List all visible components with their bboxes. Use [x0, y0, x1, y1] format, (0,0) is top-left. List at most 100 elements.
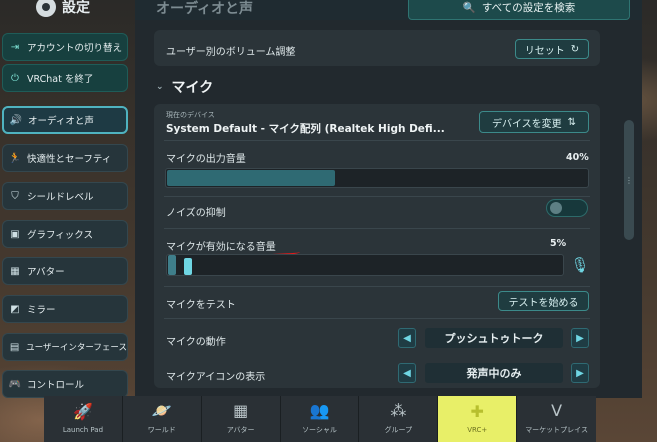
dock-vrc-plus[interactable]: ✚ VRC+ [438, 396, 518, 442]
dock-label: ワールド [147, 426, 176, 434]
dock-worlds[interactable]: 🪐 ワールド [122, 396, 202, 442]
gamepad-icon: 🎮 [8, 378, 22, 390]
output-volume-fill [167, 170, 335, 186]
activation-threshold-value: 5% [550, 238, 567, 249]
sidebar-item-label: 快適性とセーフティ [27, 154, 112, 165]
sidebar-item-comfort-safety[interactable]: 🏃 快適性とセーフティ [2, 144, 128, 172]
gear-icon [36, 0, 56, 17]
grip-icon: ⋮ [625, 175, 633, 185]
sidebar-item-graphics[interactable]: ▣ グラフィックス [2, 220, 128, 248]
dock-label: ソーシャル [302, 426, 337, 434]
sidebar-item-audio[interactable]: 🔊 オーディオと声 [2, 106, 128, 134]
bottom-dock: 🚀 Launch Pad 🪐 ワールド ▦ アバター 👥 ソーシャル ⁂ グルー… [44, 396, 597, 442]
switch-account-button[interactable]: ⇥ アカウントの切り替え [2, 33, 128, 61]
sidebar-item-mirror[interactable]: ◩ ミラー [2, 295, 128, 323]
image-icon: ▣ [10, 228, 20, 240]
sidebar-item-user-interface[interactable]: ▤ ユーザーインターフェース [2, 333, 128, 361]
mirror-icon: ◩ [10, 303, 20, 315]
avatar-card-icon: ▦ [233, 401, 249, 420]
toggle-knob [550, 202, 562, 214]
mic-section-header[interactable]: ⌄ マイク [156, 77, 213, 97]
device-name: System Default - マイク配列 (Realtek High Def… [166, 123, 445, 135]
current-device-caption: 現在のデバイス [166, 111, 215, 119]
activation-threshold-handle[interactable] [184, 258, 192, 275]
icon-display-next-button[interactable]: ▶ [571, 363, 589, 383]
mic-test-label: マイクをテスト [166, 300, 236, 311]
settings-title-label: 設定 [62, 0, 90, 16]
arrow-right-icon: ▶ [576, 367, 584, 379]
sidebar-item-label: ユーザーインターフェース [26, 343, 127, 353]
arrow-right-icon: ▶ [576, 332, 584, 344]
sidebar-item-label: ミラー [27, 305, 56, 316]
reset-label: リセット [524, 45, 565, 57]
divider [164, 318, 590, 319]
speaker-icon: 🔊 [9, 114, 23, 126]
sidebar-item-avatar[interactable]: ▦ アバター [2, 257, 128, 285]
output-volume-slider[interactable] [165, 168, 589, 188]
output-volume-value: 40% [566, 152, 589, 163]
per-user-volume-label: ユーザー別のボリューム調整 [166, 47, 296, 58]
shield-icon: ⛉ [11, 190, 19, 202]
mic-behavior-label: マイクの動作 [166, 337, 226, 348]
mic-behavior-value: プッシュトゥトーク [425, 328, 563, 348]
divider [164, 196, 590, 197]
settings-title: 設定 [36, 0, 126, 18]
dock-label: アバター [226, 426, 255, 434]
page-title: オーディオと声 [156, 1, 254, 17]
sidebar-item-label: アバター [27, 267, 65, 278]
dock-avatars[interactable]: ▦ アバター [201, 396, 281, 442]
sidebar-item-label: コントロール [27, 380, 85, 391]
dock-launch-pad[interactable]: 🚀 Launch Pad [44, 396, 123, 442]
ui-icon: ▤ [9, 341, 20, 353]
reset-button[interactable]: リセット ↻ [515, 39, 589, 59]
dock-label: VRC+ [467, 426, 488, 434]
output-volume-label: マイクの出力音量 [166, 154, 246, 165]
behavior-prev-button[interactable]: ◀ [398, 328, 416, 348]
sidebar-item-label: グラフィックス [27, 230, 94, 241]
power-icon: ⏻ [11, 72, 19, 84]
dock-groups[interactable]: ⁂ グループ [359, 396, 439, 442]
group-icon: ⁂ [390, 401, 407, 420]
switch-account-label: アカウントの切り替え [27, 43, 123, 54]
mic-section-title: マイク [171, 80, 214, 96]
sidebar-item-label: オーディオと声 [28, 116, 94, 127]
dock-label: Launch Pad [62, 426, 104, 434]
rocket-icon: 🚀 [72, 402, 93, 421]
planet-icon: 🪐 [151, 401, 172, 420]
change-device-label: デバイスを変更 [491, 118, 562, 130]
arrow-left-icon: ◀ [403, 367, 411, 379]
sidebar-item-controls[interactable]: 🎮 コントロール [2, 370, 128, 398]
icon-display-prev-button[interactable]: ◀ [398, 363, 416, 383]
activation-threshold-slider[interactable] [166, 254, 564, 276]
divider [164, 228, 590, 229]
quit-vrchat-button[interactable]: ⏻ VRChat を終了 [2, 64, 128, 92]
dock-label: グループ [384, 426, 413, 434]
swap-icon: ⇅ [567, 116, 577, 128]
arrow-left-icon: ◀ [403, 332, 411, 344]
divider [164, 140, 590, 141]
divider [164, 286, 590, 287]
noise-suppression-label: ノイズの抑制 [166, 208, 226, 219]
mic-icon-display-label: マイクアイコンの表示 [166, 372, 266, 383]
start-test-label: テストを始める [508, 297, 579, 309]
start-test-button[interactable]: テストを始める [498, 291, 589, 311]
search-all-settings-button[interactable]: 🔍 すべての設定を検索 [408, 0, 630, 20]
people-icon: 👥 [309, 401, 330, 420]
dock-marketplace[interactable]: V マーケットプレイス [517, 396, 597, 442]
sidebar-item-shield-level[interactable]: ⛉ シールドレベル [2, 182, 128, 210]
chevron-down-icon: ⌄ [156, 82, 164, 92]
noise-suppression-toggle[interactable] [546, 199, 588, 217]
mic-icon-display-value: 発声中のみ [425, 363, 563, 383]
marketplace-icon: V [551, 401, 563, 420]
account-switch-icon: ⇥ [10, 41, 20, 53]
sidebar-item-label: シールドレベル [27, 192, 94, 203]
quit-vrchat-label: VRChat を終了 [27, 74, 94, 85]
scrollbar-thumb[interactable]: ⋮ [624, 120, 634, 240]
activation-threshold-fill [168, 255, 176, 275]
reset-icon: ↻ [570, 43, 580, 55]
dock-social[interactable]: 👥 ソーシャル [280, 396, 360, 442]
behavior-next-button[interactable]: ▶ [571, 328, 589, 348]
vrcplus-icon: ✚ [470, 402, 484, 421]
change-device-button[interactable]: デバイスを変更 ⇅ [479, 111, 589, 133]
person-run-icon: 🏃 [8, 152, 22, 164]
